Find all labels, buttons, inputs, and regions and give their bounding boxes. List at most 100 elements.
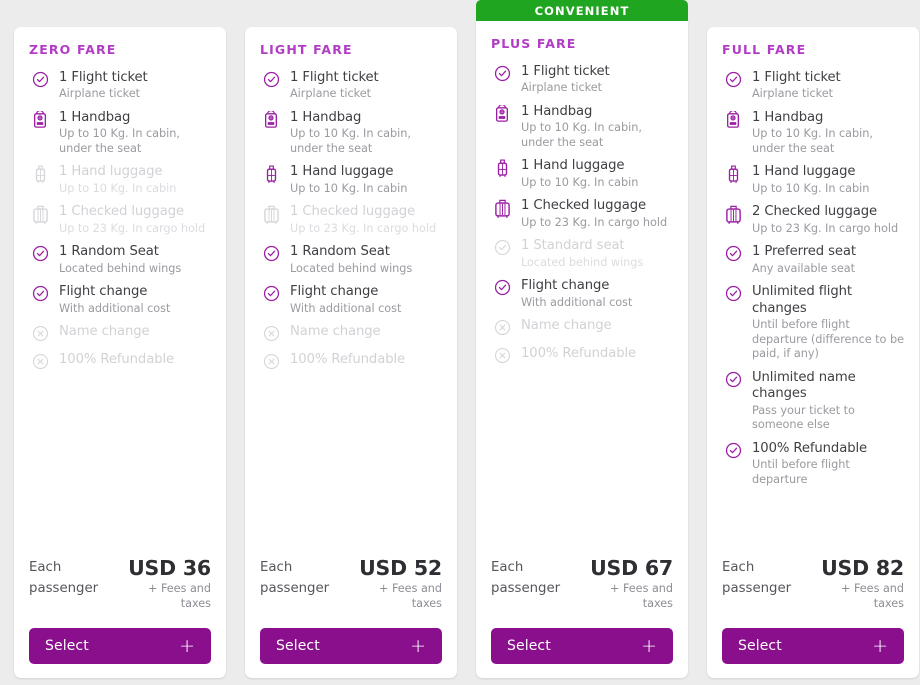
x-circle-icon: [29, 352, 51, 372]
feature-title: 1 Random Seat: [59, 244, 211, 260]
fare-card-light-fare: LIGHT FARE1 Flight ticketAirplane ticket…: [245, 27, 457, 678]
per-passenger-line1: Each: [29, 558, 107, 579]
feature-text: Unlimited name changesPass your ticket t…: [752, 370, 904, 433]
price-amount: USD 82: [800, 558, 904, 580]
hand-luggage-icon: [491, 158, 513, 178]
fees-note-line1: + Fees and: [800, 582, 904, 597]
feature-row: 100% Refundable: [491, 346, 673, 366]
fare-card-plus-fare: CONVENIENT PLUS FARE 1 Flight ticketAirpla…: [476, 0, 688, 678]
feature-text: 1 Hand luggageUp to 10 Kg. In cabin: [521, 158, 673, 190]
feature-row: 1 HandbagUp to 10 Kg. In cabin, under th…: [260, 110, 442, 157]
per-passenger-line1: Each: [722, 558, 800, 579]
feature-title: 1 Handbag: [521, 104, 673, 120]
feature-title: 1 Flight ticket: [290, 70, 442, 86]
fees-note-line2: taxes: [800, 597, 904, 612]
x-circle-icon: [491, 346, 513, 366]
feature-text: 1 HandbagUp to 10 Kg. In cabin, under th…: [521, 104, 673, 151]
fees-and-taxes-note: + Fees andtaxes: [107, 582, 211, 612]
feature-subtitle: With additional cost: [521, 296, 673, 311]
check-circle-icon: [722, 70, 744, 90]
feature-list: 1 Flight ticketAirplane ticket1 HandbagU…: [29, 70, 211, 558]
price-row: EachpassengerUSD 82+ Fees andtaxes: [722, 558, 904, 612]
feature-subtitle: Until before flight departure (differenc…: [752, 318, 904, 363]
feature-subtitle: With additional cost: [290, 302, 442, 317]
feature-row: 1 Preferred seatAny available seat: [722, 244, 904, 276]
card-footer: EachpassengerUSD 36+ Fees andtaxesSelect…: [29, 558, 211, 664]
select-button[interactable]: Select +: [491, 628, 673, 664]
feature-row: 1 Random Seat Located behind wings: [260, 244, 442, 276]
feature-text: Name change: [521, 318, 673, 334]
feature-title: 100% Refundable: [59, 352, 211, 368]
check-circle-icon: [29, 284, 51, 304]
feature-row: 1 Hand luggageUp to 10 Kg. In cabin: [491, 158, 673, 190]
plus-icon: +: [410, 637, 426, 656]
feature-list: 1 Flight ticketAirplane ticket 1 HandbagU…: [260, 70, 442, 558]
feature-subtitle: Up to 10 Kg. In cabin: [521, 176, 673, 191]
checked-luggage-icon: [491, 198, 513, 218]
feature-list: 1 Flight ticketAirplane ticket1 HandbagU…: [491, 64, 673, 558]
price-amount: USD 36: [107, 558, 211, 580]
feature-row: 1 Hand luggageUp to 10 Kg. In cabin: [260, 164, 442, 196]
check-circle-icon: [722, 284, 744, 304]
feature-row: 1 Flight ticketAirplane ticket: [722, 70, 904, 102]
feature-row: 1 Random SeatLocated behind wings: [29, 244, 211, 276]
feature-text: 1 Standard seatLocated behind wings: [521, 238, 673, 270]
fare-card-body: ZERO FARE1 Flight ticketAirplane ticket1…: [14, 27, 226, 678]
feature-text: 100% RefundableUntil before flight depar…: [752, 441, 904, 488]
fare-title: PLUS FARE: [491, 38, 673, 51]
select-button-label: Select: [45, 638, 89, 654]
feature-title: 100% Refundable: [290, 352, 442, 368]
feature-text: 1 Flight ticketAirplane ticket: [752, 70, 904, 102]
price-block: USD 36+ Fees andtaxes: [107, 558, 211, 612]
plus-icon: +: [641, 637, 657, 656]
feature-text: 1 Checked luggageUp to 23 Kg. In cargo h…: [59, 204, 211, 236]
feature-subtitle: Airplane ticket: [752, 87, 904, 102]
feature-title: Name change: [59, 324, 211, 340]
feature-subtitle: Up to 10 Kg. In cabin, under the seat: [752, 127, 904, 157]
check-circle-icon: [722, 244, 744, 264]
feature-subtitle: Airplane ticket: [59, 87, 211, 102]
feature-text: Name change: [290, 324, 442, 340]
feature-title: 1 Flight ticket: [521, 64, 673, 80]
price-block: USD 82 + Fees andtaxes: [800, 558, 904, 612]
fare-card-body: LIGHT FARE1 Flight ticketAirplane ticket…: [245, 27, 457, 678]
price-block: USD 52+ Fees andtaxes: [338, 558, 442, 612]
feature-title: 1 Random Seat: [290, 244, 442, 260]
select-button-label: Select: [507, 638, 551, 654]
feature-text: Unlimited flight changesUntil before fli…: [752, 284, 904, 362]
feature-text: 1 Checked luggageUp to 23 Kg. In cargo h…: [521, 198, 673, 230]
feature-subtitle: Any available seat: [752, 262, 904, 277]
x-circle-icon: [29, 324, 51, 344]
per-passenger-line2: passenger: [260, 579, 338, 600]
feature-subtitle: Up to 23 Kg. In cargo hold: [521, 216, 673, 231]
feature-text: 1 HandbagUp to 10 Kg. In cabin, under th…: [752, 110, 904, 157]
feature-title: Flight change: [290, 284, 442, 300]
feature-subtitle: Located behind wings: [521, 256, 673, 271]
select-button[interactable]: Select+: [29, 628, 211, 664]
recommended-ribbon: CONVENIENT: [476, 0, 688, 21]
price-amount: USD 67: [569, 558, 673, 580]
feature-row: 1 HandbagUp to 10 Kg. In cabin, under th…: [722, 110, 904, 157]
feature-text: 1 Flight ticketAirplane ticket: [521, 64, 673, 96]
select-button[interactable]: Select+: [260, 628, 442, 664]
check-circle-icon: [29, 244, 51, 264]
handbag-icon: [260, 110, 282, 130]
feature-text: 1 Random SeatLocated behind wings: [59, 244, 211, 276]
feature-text: 1 Flight ticketAirplane ticket: [290, 70, 442, 102]
check-circle-icon: [29, 70, 51, 90]
select-button[interactable]: Select+: [722, 628, 904, 664]
card-footer: EachpassengerUSD 82+ Fees andtaxesSelect…: [722, 558, 904, 664]
feature-title: 1 Flight ticket: [752, 70, 904, 86]
check-circle-icon: [491, 64, 513, 84]
feature-row: 1 Checked luggageUp to 23 Kg. In cargo h…: [29, 204, 211, 236]
feature-subtitle: Up to 23 Kg. In cargo hold: [752, 222, 904, 237]
select-button-label: Select: [738, 638, 782, 654]
feature-subtitle: Located behind wings: [290, 262, 442, 277]
feature-text: Name change: [59, 324, 211, 340]
feature-row: 100% RefundableUntil before flight depar…: [722, 441, 904, 488]
per-passenger-line1: Each: [260, 558, 338, 579]
handbag-icon: [29, 110, 51, 130]
hand-luggage-icon: [260, 164, 282, 184]
feature-title: Name change: [521, 318, 673, 334]
check-circle-icon: [260, 244, 282, 264]
